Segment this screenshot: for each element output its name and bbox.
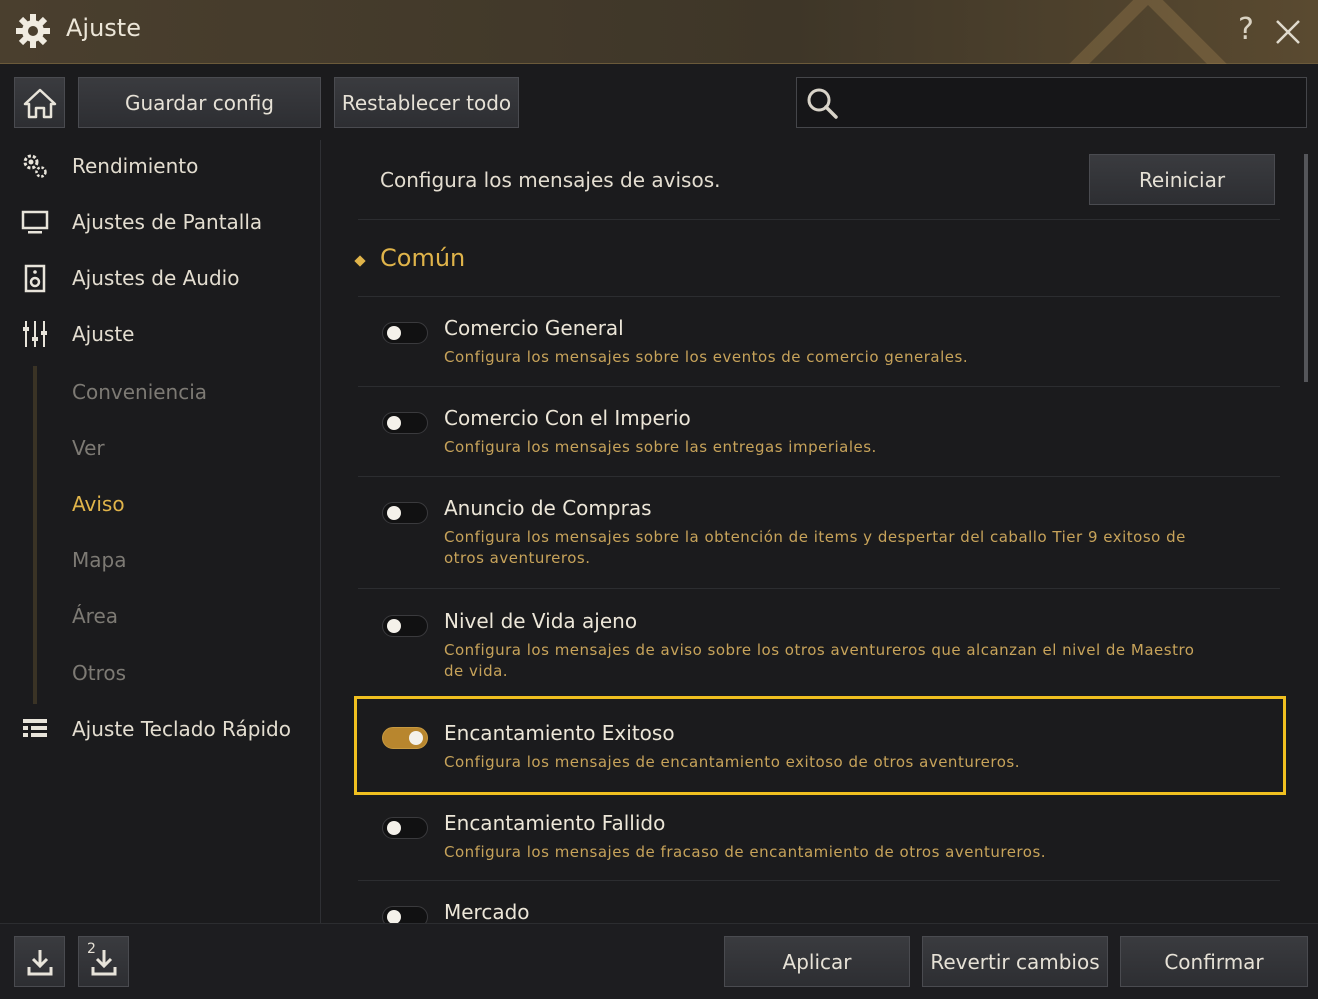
- option-row: Encantamiento Fallido Configura los mens…: [358, 809, 1280, 881]
- submenu-item-conveniencia[interactable]: Conveniencia: [72, 380, 207, 404]
- divider: [358, 476, 1280, 477]
- option-title: Mercado: [444, 900, 530, 923]
- divider: [358, 386, 1280, 387]
- reset-section-button[interactable]: Reiniciar: [1089, 154, 1275, 205]
- sidebar-item-rendimiento[interactable]: Rendimiento: [0, 142, 320, 190]
- toggle-knob: [387, 326, 401, 340]
- help-button[interactable]: ?: [1238, 12, 1262, 50]
- sidebar-item-label: Rendimiento: [72, 154, 199, 178]
- sidebar-item-label: Ajuste: [72, 322, 135, 346]
- home-button[interactable]: [14, 77, 65, 128]
- home-icon: [23, 88, 56, 118]
- divider: [358, 588, 1280, 589]
- revert-button[interactable]: Revertir cambios: [922, 936, 1108, 987]
- toggle-switch[interactable]: [382, 502, 428, 524]
- title-decoration: [1058, 0, 1238, 64]
- save-config-button[interactable]: Guardar config: [78, 77, 321, 128]
- search-icon: [807, 88, 838, 119]
- search-field[interactable]: [796, 77, 1307, 128]
- close-icon[interactable]: [1272, 16, 1304, 48]
- option-row: Nivel de Vida ajeno Configura los mensaj…: [358, 607, 1280, 697]
- option-title: Encantamiento Fallido: [444, 811, 666, 835]
- window-title: Ajuste: [66, 14, 141, 42]
- title-bar: Ajuste ?: [0, 0, 1318, 64]
- speaker-icon: [24, 264, 46, 293]
- divider: [358, 880, 1280, 881]
- option-title: Comercio Con el Imperio: [444, 406, 691, 430]
- sidebar-item-audio[interactable]: Ajustes de Audio: [0, 254, 320, 302]
- submenu-item-mapa[interactable]: Mapa: [72, 548, 126, 572]
- option-description: Configura los mensajes sobre las entrega…: [444, 438, 877, 456]
- sidebar-item-label: Ajustes de Pantalla: [72, 210, 263, 234]
- confirm-button[interactable]: Confirmar: [1120, 936, 1308, 987]
- sidebar-item-pantalla[interactable]: Ajustes de Pantalla: [0, 198, 320, 246]
- submenu-line: [33, 366, 37, 704]
- submenu-item-otros[interactable]: Otros: [72, 661, 126, 685]
- toggle-switch[interactable]: [382, 412, 428, 434]
- option-row: Anuncio de Compras Configura los mensaje…: [358, 494, 1280, 584]
- search-input[interactable]: [843, 78, 1303, 127]
- highlight-box: [354, 696, 1286, 795]
- toggle-knob: [387, 416, 401, 430]
- slot-number: 2: [87, 941, 96, 957]
- sliders-icon: [23, 321, 47, 347]
- toggle-knob: [387, 821, 401, 835]
- reset-all-button[interactable]: Restablecer todo: [334, 77, 519, 128]
- sidebar-item-label: Ajustes de Audio: [72, 266, 240, 290]
- option-row: Mercado: [358, 898, 1280, 923]
- apply-button[interactable]: Aplicar: [724, 936, 910, 987]
- sidebar-item-label: Ajuste Teclado Rápido: [72, 717, 291, 741]
- sidebar: Rendimiento Ajustes de Pantalla Ajustes …: [0, 140, 321, 923]
- option-description: Configura los mensajes de fracaso de enc…: [444, 843, 1047, 861]
- list-icon: [23, 719, 47, 737]
- toggle-knob: [387, 619, 401, 633]
- submenu-item-ver[interactable]: Ver: [72, 436, 105, 460]
- toggle-switch[interactable]: [382, 817, 428, 839]
- submenu-item-aviso[interactable]: Aviso: [72, 492, 125, 516]
- option-row: Comercio General Configura los mensajes …: [358, 314, 1280, 386]
- option-title: Nivel de Vida ajeno: [444, 609, 638, 633]
- option-description: Configura los mensajes de aviso sobre lo…: [444, 641, 1195, 680]
- option-title: Comercio General: [444, 316, 624, 340]
- option-description: Configura los mensajes sobre la obtenció…: [444, 528, 1186, 567]
- panel-description: Configura los mensajes de avisos.: [380, 168, 721, 192]
- option-row: Comercio Con el Imperio Configura los me…: [358, 404, 1280, 476]
- toggle-knob: [387, 910, 401, 923]
- section-title: Común: [380, 244, 466, 272]
- toggle-knob: [387, 506, 401, 520]
- section-bullet-icon: [354, 255, 366, 267]
- sidebar-item-teclado[interactable]: Ajuste Teclado Rápido: [0, 705, 320, 753]
- bottom-bar: 2 Aplicar Revertir cambios Confirmar: [0, 923, 1318, 999]
- main-panel: Configura los mensajes de avisos. Reinic…: [322, 140, 1318, 923]
- gear-icon: [16, 14, 50, 48]
- sidebar-item-ajuste[interactable]: Ajuste: [0, 310, 320, 358]
- divider: [358, 219, 1280, 220]
- load-slot-1-button[interactable]: [14, 936, 65, 987]
- gears-icon: [23, 154, 47, 178]
- divider: [358, 296, 1280, 297]
- download-icon: [27, 949, 52, 975]
- toggle-switch[interactable]: [382, 906, 428, 923]
- option-title: Anuncio de Compras: [444, 496, 652, 520]
- option-description: Configura los mensajes sobre los eventos…: [444, 348, 969, 366]
- toggle-switch[interactable]: [382, 615, 428, 637]
- load-slot-2-button[interactable]: 2: [78, 936, 129, 987]
- submenu-item-area[interactable]: Área: [72, 604, 118, 628]
- monitor-icon: [21, 210, 49, 234]
- toggle-switch[interactable]: [382, 322, 428, 344]
- scrollbar[interactable]: [1304, 154, 1308, 382]
